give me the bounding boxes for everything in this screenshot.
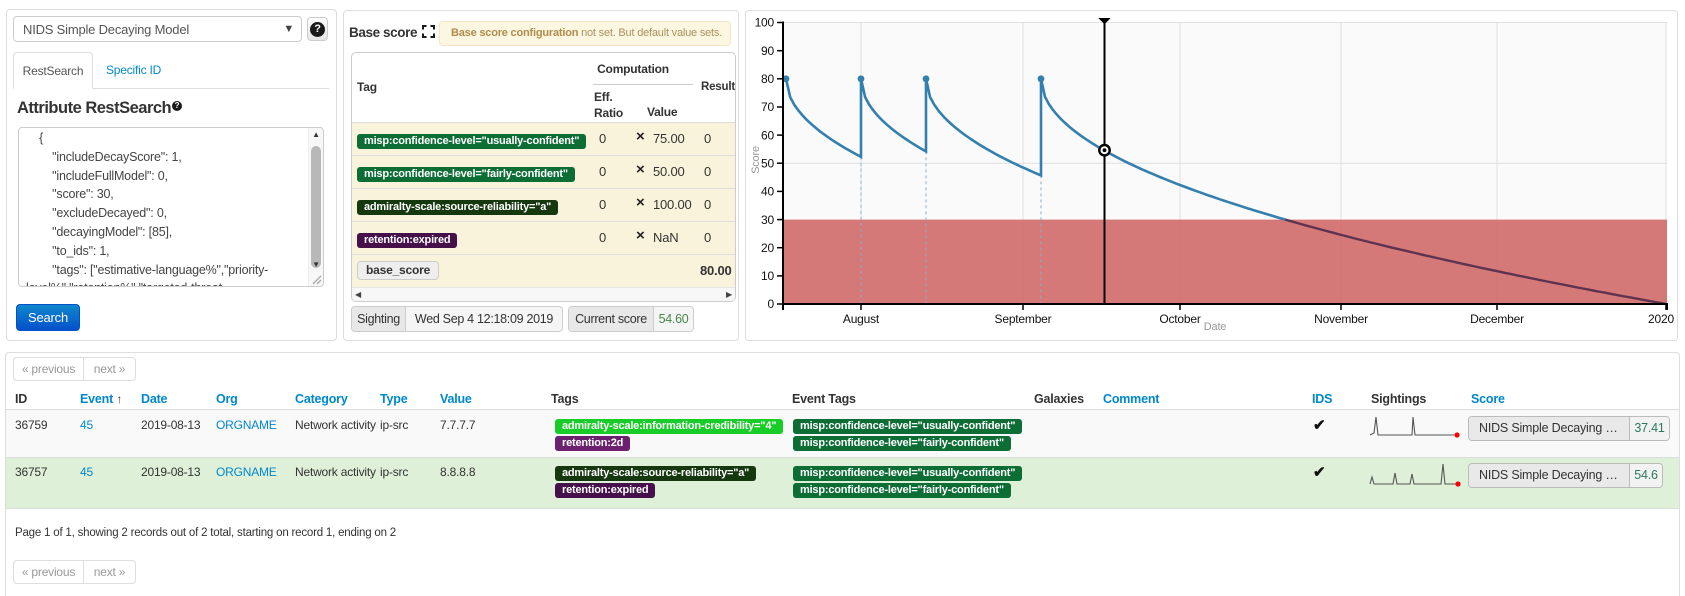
svg-text:September: September — [995, 312, 1052, 326]
svg-text:100: 100 — [755, 16, 775, 30]
svg-text:80: 80 — [761, 72, 774, 86]
svg-text:August: August — [843, 312, 880, 326]
svg-text:Date: Date — [1204, 321, 1227, 333]
svg-text:20: 20 — [761, 241, 774, 255]
svg-text:60: 60 — [761, 128, 774, 142]
svg-text:10: 10 — [761, 269, 774, 283]
svg-text:70: 70 — [761, 100, 774, 114]
svg-text:0: 0 — [768, 297, 775, 311]
svg-text:90: 90 — [761, 44, 774, 58]
svg-text:30: 30 — [761, 213, 774, 227]
svg-text:December: December — [1470, 312, 1524, 326]
svg-text:40: 40 — [761, 185, 774, 199]
svg-text:50: 50 — [761, 156, 774, 170]
svg-text:October: October — [1159, 312, 1200, 326]
svg-text:November: November — [1314, 312, 1368, 326]
svg-text:Score: Score — [750, 146, 762, 174]
svg-text:2020: 2020 — [1648, 312, 1674, 326]
